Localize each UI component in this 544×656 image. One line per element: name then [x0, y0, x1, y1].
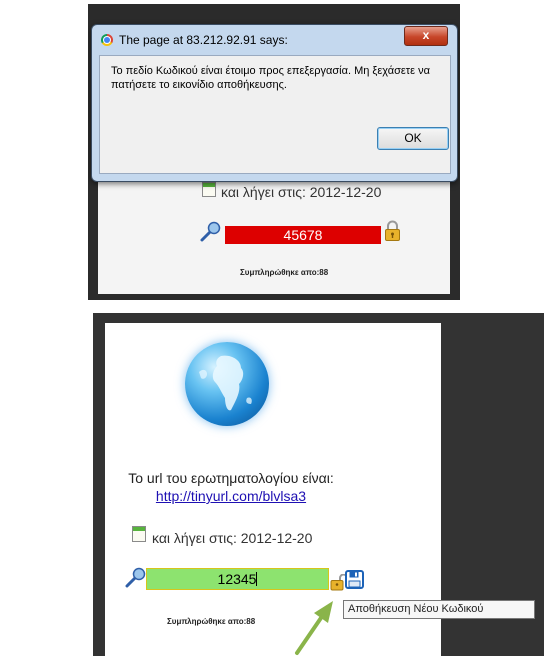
filled-by-text: Συμπληρώθηκε απο:88 — [240, 268, 329, 277]
save-tooltip: Αποθήκευση Νέου Κωδικού — [343, 600, 535, 619]
note-icon — [132, 526, 146, 542]
survey-url-link[interactable]: http://tinyurl.com/blvlsa3 — [105, 488, 357, 504]
chrome-icon — [101, 34, 113, 46]
globe-land — [199, 355, 252, 411]
unlock-icon[interactable] — [330, 574, 346, 591]
arrow-icon — [295, 601, 333, 655]
expire-row: και λήγει στις: 2012-12-20 — [132, 526, 313, 546]
filled-by-text: Συμπληρώθηκε απο:88 — [167, 617, 256, 626]
bottom-screenshot: Το url του ερωτηματολογίου είναι: http:/… — [93, 313, 544, 656]
dialog-message: Το πεδίο Κωδικού είναι έτοιμο προς επεξε… — [111, 65, 430, 91]
key-icon — [200, 221, 221, 242]
code-value: 12345 — [217, 571, 257, 587]
text-caret — [256, 572, 258, 586]
dialog-title: The page at 83.212.92.91 says: — [119, 33, 288, 47]
close-button[interactable]: x — [404, 26, 448, 46]
code-field[interactable]: 45678 — [225, 226, 381, 244]
alert-dialog: The page at 83.212.92.91 says: x Το πεδί… — [91, 24, 458, 182]
key-icon — [125, 567, 146, 588]
floppy-icon[interactable] — [345, 570, 364, 589]
expire-text: και λήγει στις: 2012-12-20 — [221, 184, 382, 200]
note-icon — [202, 181, 216, 197]
top-screenshot: και λήγει στις: 2012-12-20 45678 Συμπληρ… — [88, 4, 460, 300]
globe-icon — [185, 342, 269, 426]
lock-icon[interactable] — [384, 220, 401, 242]
ok-button[interactable]: OK — [377, 127, 449, 150]
expire-row: και λήγει στις: 2012-12-20 — [202, 181, 382, 200]
dialog-body: Το πεδίο Κωδικού είναι έτοιμο προς επεξε… — [99, 55, 451, 174]
survey-url-label: Το url του ερωτηματολογίου είναι: — [128, 470, 334, 486]
dialog-titlebar: The page at 83.212.92.91 says: x — [92, 25, 457, 53]
expire-text: και λήγει στις: 2012-12-20 — [152, 530, 313, 546]
code-field[interactable]: 12345 — [146, 568, 329, 590]
